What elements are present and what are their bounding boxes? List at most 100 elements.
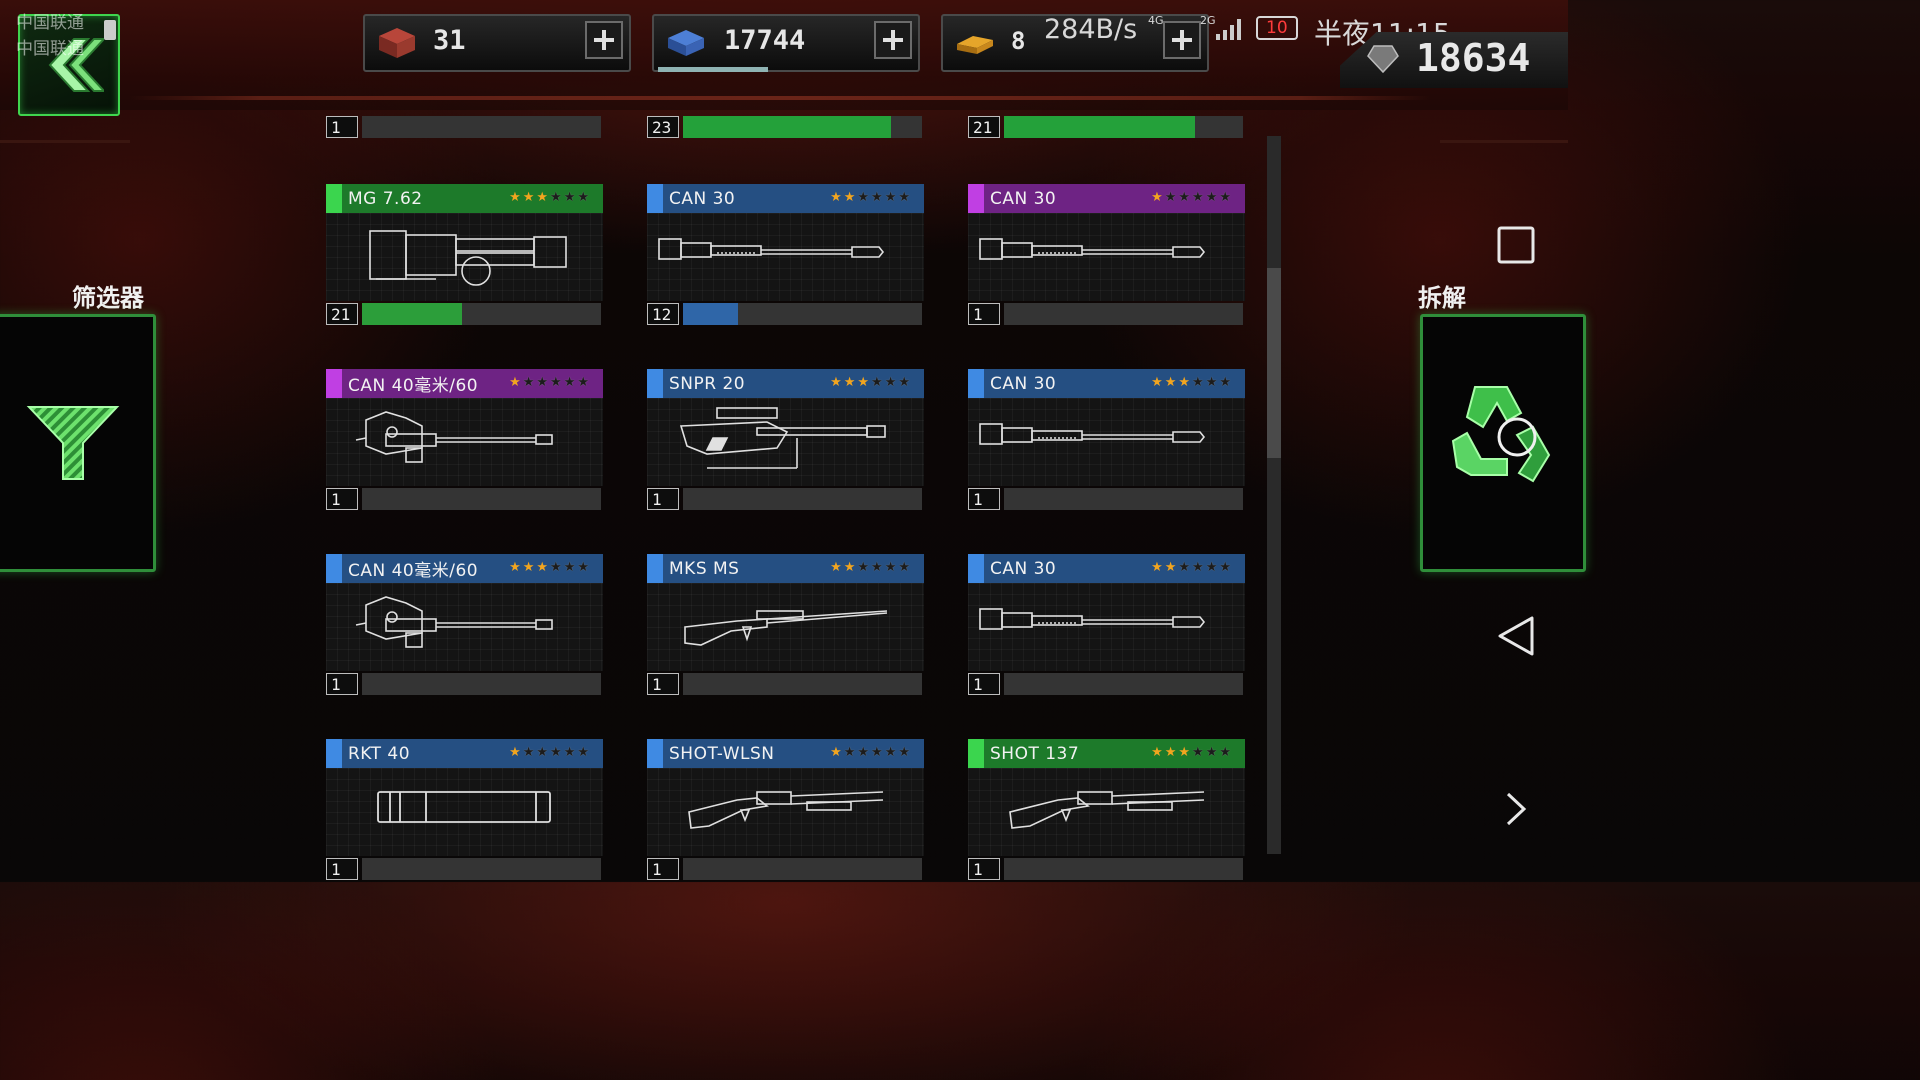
weapon-image: [968, 768, 1245, 856]
star-rating: ★★★★★★: [1151, 560, 1233, 575]
star-icon: ★: [1151, 745, 1165, 760]
battery-level: 10: [1266, 18, 1288, 38]
star-icon: ★: [550, 745, 564, 760]
star-rating: ★★★★★★: [1151, 745, 1233, 760]
rarity-strip: [968, 739, 984, 768]
weapon-card[interactable]: SHOT-WLSN ★★★★★★ 1: [647, 739, 924, 880]
weapon-card[interactable]: SNPR 20 ★★★★★★ 1: [647, 369, 924, 510]
weapon-card-partial[interactable]: 23: [647, 116, 924, 140]
right-divider: [1440, 140, 1568, 143]
weapon-card[interactable]: RKT 40 ★★★★★★ 1: [326, 739, 603, 880]
weapon-header: CAN 40毫米/60 ★★★★★★: [326, 554, 603, 583]
weapon-header: MKS MS ★★★★★★: [647, 554, 924, 583]
weapon-name: SHOT-WLSN: [669, 743, 775, 764]
weapon-image: [647, 583, 924, 671]
star-icon: ★: [563, 190, 578, 205]
weapon-header: RKT 40 ★★★★★★: [326, 739, 603, 768]
weapon-card[interactable]: CAN 40毫米/60 ★★★★★★ 1: [326, 369, 603, 512]
rarity-strip: [647, 184, 663, 213]
cannon-30-icon: [979, 423, 1206, 445]
xp-bar: [362, 858, 601, 880]
add-crates-button[interactable]: [585, 21, 623, 59]
star-icon: ★: [857, 560, 872, 575]
star-icon: ★: [1192, 745, 1206, 760]
xp-bar-fill: [1004, 116, 1195, 138]
star-icon: ★: [509, 560, 523, 575]
star-icon: ★: [1164, 560, 1179, 575]
star-icon: ★: [898, 745, 912, 760]
weapon-card[interactable]: MKS MS ★★★★★★ 1: [647, 554, 924, 697]
star-icon: ★: [536, 375, 551, 390]
weapon-image: [968, 398, 1245, 486]
system-back-icon[interactable]: [1496, 614, 1536, 658]
xp-bar-fill: [362, 303, 462, 325]
weapon-grid: 1 23 21 MG 7.62 ★★★★★★ 21 CAN 30 ★★★★★★ 12 CAN 30…: [326, 116, 1246, 882]
xp-bar: [362, 116, 601, 138]
filter-button[interactable]: [0, 314, 156, 572]
weapon-card-partial[interactable]: 1: [326, 116, 603, 140]
recent-apps-icon[interactable]: [1497, 226, 1535, 264]
star-icon: ★: [884, 745, 899, 760]
notification-icon: [104, 20, 116, 40]
weapon-header: SHOT-WLSN ★★★★★★: [647, 739, 924, 768]
weapon-card[interactable]: CAN 30 ★★★★★★ 1: [968, 554, 1245, 695]
star-icon: ★: [1151, 375, 1165, 390]
rarity-strip: [968, 369, 984, 398]
star-icon: ★: [1219, 745, 1233, 760]
level-value: 1: [968, 673, 1000, 695]
star-icon: ★: [1178, 560, 1193, 575]
cannon-40-icon: [355, 596, 553, 648]
star-rating: ★★★★★★: [509, 745, 591, 760]
xp-bar: [362, 488, 601, 510]
weapon-image: [647, 213, 924, 301]
weapon-name: SNPR 20: [669, 373, 746, 394]
xp-bar: [683, 303, 922, 325]
star-rating: ★★★★★★: [509, 560, 591, 575]
weapon-card[interactable]: SHOT 137 ★★★★★★ 1: [968, 739, 1245, 882]
scrollbar-thumb[interactable]: [1267, 268, 1281, 458]
xp-bar: [1004, 303, 1243, 325]
star-icon: ★: [898, 560, 912, 575]
xp-bar-fill: [683, 303, 738, 325]
star-rating: ★★★★★★: [830, 190, 912, 205]
weapon-name: MKS MS: [669, 558, 740, 579]
network-type-1: 4G: [1148, 14, 1164, 27]
weapon-card[interactable]: MG 7.62 ★★★★★★ 21: [326, 184, 603, 325]
level-row: 1: [968, 858, 1245, 882]
plus-icon: [1172, 30, 1192, 50]
xp-bar: [1004, 673, 1243, 695]
xp-bar: [362, 673, 601, 695]
star-icon: ★: [871, 560, 885, 575]
star-icon: ★: [550, 375, 564, 390]
dismantle-button[interactable]: [1420, 314, 1586, 572]
star-icon: ★: [509, 375, 523, 390]
weapon-card[interactable]: CAN 30 ★★★★★★ 1: [968, 184, 1245, 327]
star-icon: ★: [871, 190, 885, 205]
star-icon: ★: [843, 190, 858, 205]
scrollbar-track[interactable]: [1267, 136, 1281, 854]
alloy-counter: 17744: [652, 14, 920, 72]
weapon-image: [326, 398, 603, 486]
star-icon: ★: [830, 375, 844, 390]
weapon-header: SNPR 20 ★★★★★★: [647, 369, 924, 398]
level-row: 1: [647, 673, 924, 697]
weapon-card[interactable]: CAN 30 ★★★★★★ 1: [968, 369, 1245, 510]
level-row: 1: [326, 488, 603, 512]
weapon-card[interactable]: CAN 40毫米/60 ★★★★★★ 1: [326, 554, 603, 695]
level-row: 1: [968, 303, 1245, 327]
weapon-image: [968, 583, 1245, 671]
weapon-card[interactable]: CAN 30 ★★★★★★ 12: [647, 184, 924, 325]
level-value: 1: [326, 116, 358, 138]
add-gold-button[interactable]: [1163, 21, 1201, 59]
star-icon: ★: [898, 190, 912, 205]
weapon-header: CAN 40毫米/60 ★★★★★★: [326, 369, 603, 398]
weapon-card-partial[interactable]: 21: [968, 116, 1245, 140]
signal-icon: [1216, 19, 1241, 40]
star-icon: ★: [1164, 190, 1179, 205]
level-value: 1: [647, 858, 679, 880]
weapon-image: [968, 213, 1245, 301]
level-value: 12: [647, 303, 679, 325]
rarity-strip: [968, 184, 984, 213]
chevron-right-icon[interactable]: [1504, 790, 1528, 828]
add-alloy-button[interactable]: [874, 21, 912, 59]
